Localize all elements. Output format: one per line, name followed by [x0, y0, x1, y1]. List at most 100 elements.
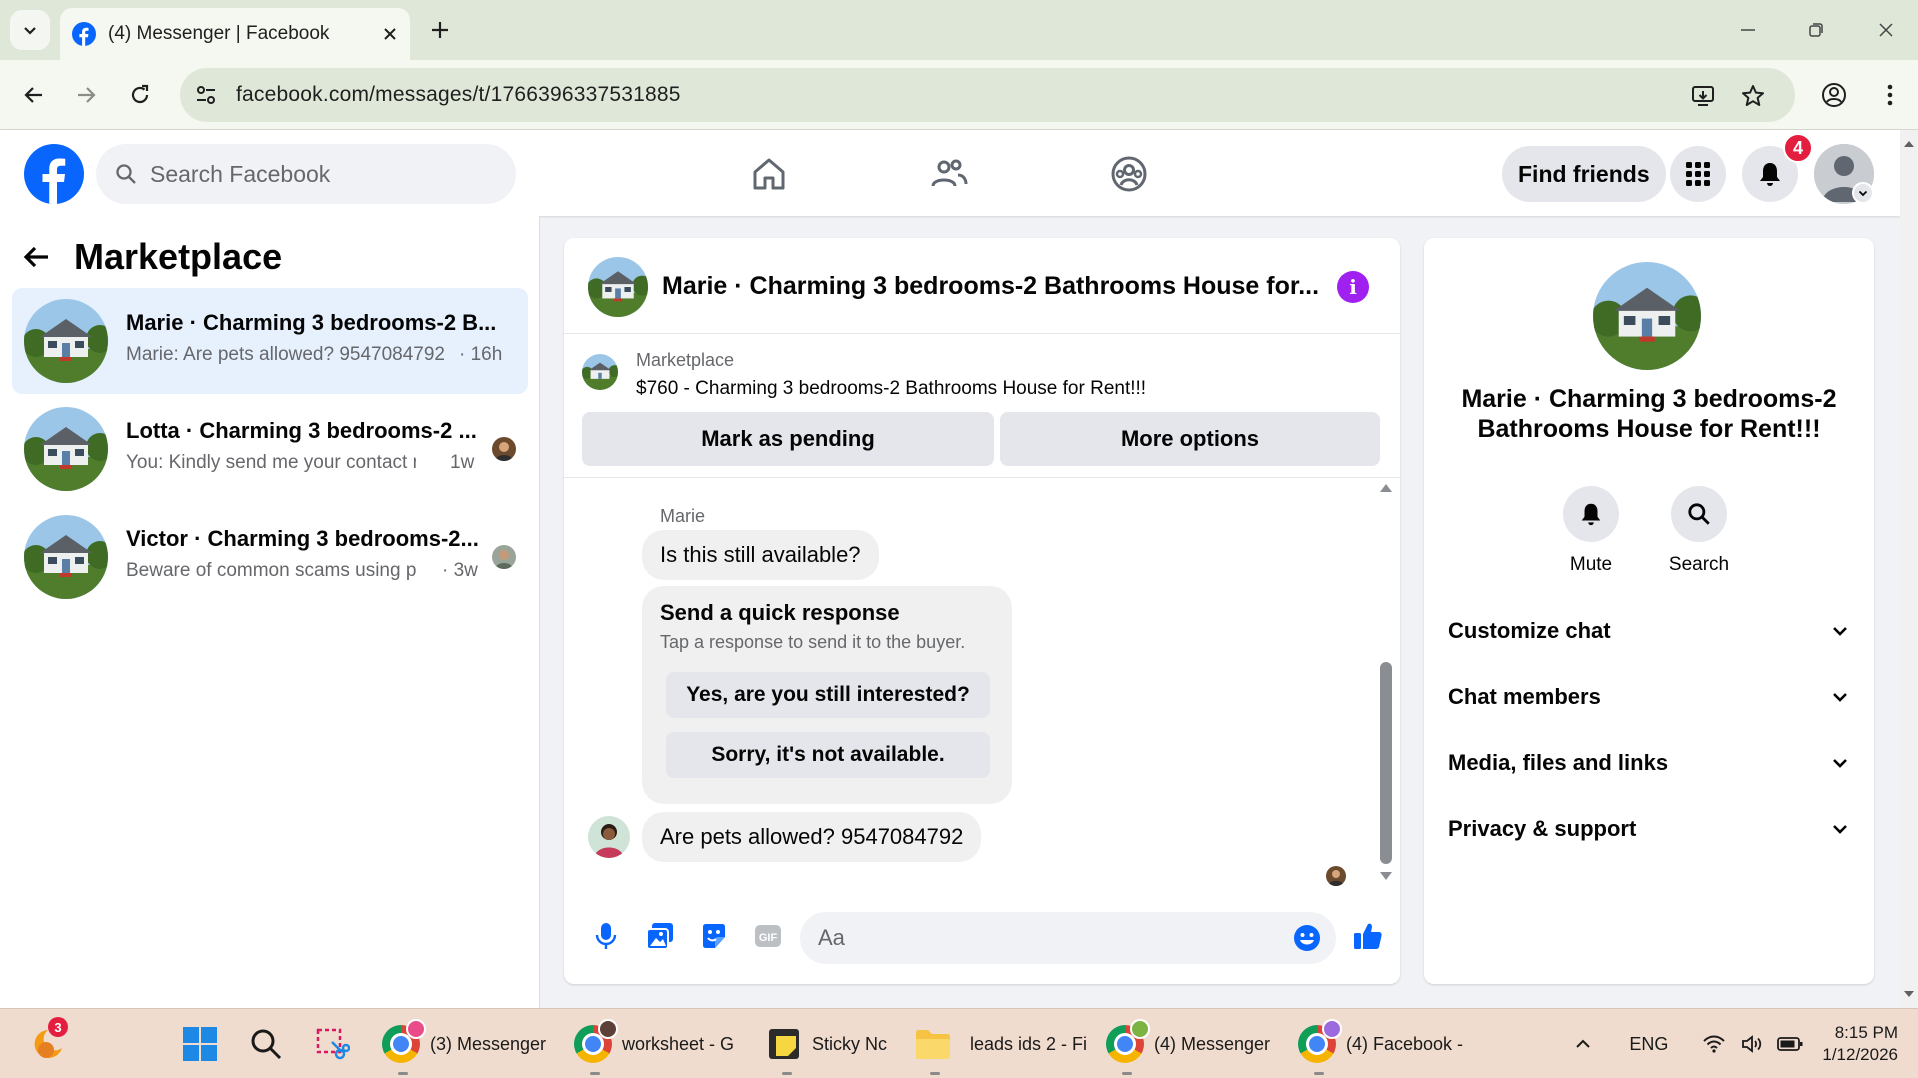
sender-avatar[interactable] [588, 816, 630, 858]
grid-menu-icon [1686, 162, 1710, 186]
taskbar-app-messenger-3[interactable]: (3) Messenger [382, 1019, 546, 1075]
more-options-button[interactable]: More options [1000, 412, 1380, 466]
message-thread: Marie Is this still available? Send a qu… [564, 478, 1400, 888]
language-indicator[interactable]: ENG [1629, 1034, 1668, 1055]
conversation-item[interactable]: Victor · Charming 3 bedrooms-2... Beware… [12, 504, 528, 610]
address-bar[interactable]: facebook.com/messages/t/1766396337531885 [180, 68, 1795, 122]
tab-search-button[interactable] [10, 10, 50, 50]
clock[interactable]: 8:15 PM 1/12/2026 [1822, 1022, 1898, 1066]
mark-as-pending-button[interactable]: Mark as pending [582, 412, 994, 466]
menu-button[interactable] [1670, 146, 1726, 202]
mute-button[interactable] [1563, 486, 1619, 542]
emoji-icon[interactable] [1292, 923, 1322, 953]
customize-chat-section[interactable]: Customize chat [1434, 602, 1864, 660]
voice-clip-button[interactable] [586, 916, 626, 956]
conversation-item[interactable]: Marie · Charming 3 bedrooms-2 B... Marie… [12, 288, 528, 394]
user-avatar-icon [1326, 866, 1346, 886]
chat-avatar[interactable] [588, 257, 648, 317]
profile-account-icon[interactable] [1820, 81, 1848, 109]
taskbar-app-sticky-notes[interactable]: Sticky Nc [766, 1019, 888, 1075]
scroll-up-icon[interactable] [1379, 482, 1393, 494]
message-bubble[interactable]: Are pets allowed? 9547084792 [642, 812, 982, 862]
restore-button[interactable] [1796, 14, 1836, 46]
chat-members-section[interactable]: Chat members [1434, 668, 1864, 726]
search-action[interactable]: Search [1644, 486, 1754, 576]
listing-title[interactable]: $760 - Charming 3 bedrooms-2 Bathrooms H… [636, 378, 1146, 400]
snipping-tool-button[interactable] [314, 1019, 350, 1069]
media-files-links-section[interactable]: Media, files and links [1434, 734, 1864, 792]
section-label: Privacy & support [1448, 816, 1637, 841]
chevron-down-icon [1833, 693, 1847, 702]
start-button[interactable] [182, 1019, 218, 1069]
gif-button[interactable]: GIF [748, 916, 788, 956]
listing-thumbnail[interactable] [582, 354, 618, 390]
send-like-button[interactable] [1348, 916, 1388, 956]
taskbar-search-button[interactable] [248, 1019, 284, 1069]
clock-date: 1/12/2026 [1822, 1045, 1898, 1064]
quick-reply-button[interactable]: Sorry, it's not available. [666, 732, 990, 778]
weather-widget[interactable]: 3 [28, 1017, 68, 1069]
scroll-down-icon[interactable] [1379, 870, 1393, 882]
browser-tab-active[interactable]: (4) Messenger | Facebook [60, 8, 410, 60]
message-composer: GIF [564, 888, 1400, 984]
privacy-support-section[interactable]: Privacy & support [1434, 800, 1864, 858]
thumbs-up-icon [1354, 923, 1382, 949]
install-app-icon[interactable] [1690, 83, 1716, 109]
message-input[interactable] [818, 925, 1258, 951]
page-scrollbar[interactable] [1900, 130, 1918, 1008]
chat-scrollbar-thumb[interactable] [1380, 662, 1392, 864]
kebab-menu-icon[interactable] [1876, 81, 1904, 109]
svg-text:GIF: GIF [759, 932, 778, 944]
scroll-up-icon[interactable] [1903, 138, 1915, 150]
back-button[interactable] [14, 75, 54, 115]
nav-home[interactable] [714, 144, 824, 204]
site-settings-icon[interactable] [194, 83, 218, 107]
taskbar-app-label: leads ids 2 - Fi [970, 1033, 1088, 1054]
forward-button[interactable] [66, 75, 106, 115]
close-tab-icon[interactable] [382, 26, 398, 42]
taskbar-app-worksheet[interactable]: worksheet - G [574, 1019, 735, 1075]
search-in-conversation-button[interactable] [1671, 486, 1727, 542]
quick-reply-button[interactable]: Yes, are you still interested? [666, 672, 990, 718]
scroll-down-icon[interactable] [1903, 988, 1915, 1000]
message-input-box[interactable] [800, 912, 1336, 964]
chat-title[interactable]: Marie · Charming 3 bedrooms-2 Bathrooms … [662, 272, 1322, 301]
facebook-search[interactable] [96, 144, 516, 204]
find-friends-button[interactable]: Find friends [1502, 146, 1666, 202]
new-tab-icon[interactable] [428, 18, 452, 42]
taskbar-app-file-explorer[interactable]: leads ids 2 - Fi [914, 1019, 1088, 1075]
message-bubble[interactable]: Is this still available? [642, 530, 879, 580]
chat-header: Marie · Charming 3 bedrooms-2 Bathrooms … [564, 238, 1400, 334]
attach-photo-button[interactable] [640, 916, 680, 956]
conversation-avatar[interactable] [1593, 262, 1701, 370]
marketplace-header: Marketplace [22, 232, 282, 282]
section-label: Chat members [1448, 684, 1601, 709]
taskbar-app-messenger-4[interactable]: (4) Messenger [1106, 1019, 1270, 1075]
facebook-logo[interactable] [24, 144, 84, 204]
nav-friends[interactable] [894, 144, 1004, 204]
conversation-item[interactable]: Lotta · Charming 3 bedrooms-2 ... You: K… [12, 396, 528, 502]
facebook-favicon-icon [72, 22, 96, 46]
sticker-button[interactable] [694, 916, 734, 956]
chevron-up-icon[interactable] [1573, 1034, 1593, 1054]
account-menu-button[interactable] [1852, 182, 1874, 204]
listing-thumbnail [24, 299, 108, 383]
battery-icon[interactable] [1776, 1032, 1804, 1056]
back-arrow-icon[interactable] [22, 242, 52, 272]
taskbar-app-label: Sticky Nc [812, 1033, 888, 1054]
wifi-icon[interactable] [1702, 1032, 1726, 1056]
taskbar-app-label: worksheet - G [622, 1033, 735, 1054]
bookmark-star-icon[interactable] [1740, 83, 1766, 109]
search-input[interactable] [150, 160, 490, 188]
chrome-icon [1106, 1019, 1150, 1063]
nav-groups[interactable] [1074, 144, 1184, 204]
volume-icon[interactable] [1740, 1032, 1764, 1056]
close-window-button[interactable] [1866, 14, 1906, 46]
conversation-info-button[interactable]: i [1337, 271, 1369, 303]
mute-action[interactable]: Mute [1536, 486, 1646, 576]
taskbar-app-facebook[interactable]: (4) Facebook - [1298, 1019, 1463, 1075]
browser-tab-strip: (4) Messenger | Facebook [0, 0, 1918, 60]
minimize-button[interactable] [1728, 14, 1768, 46]
chevron-down-icon [1858, 190, 1868, 197]
reload-button[interactable] [120, 75, 160, 115]
